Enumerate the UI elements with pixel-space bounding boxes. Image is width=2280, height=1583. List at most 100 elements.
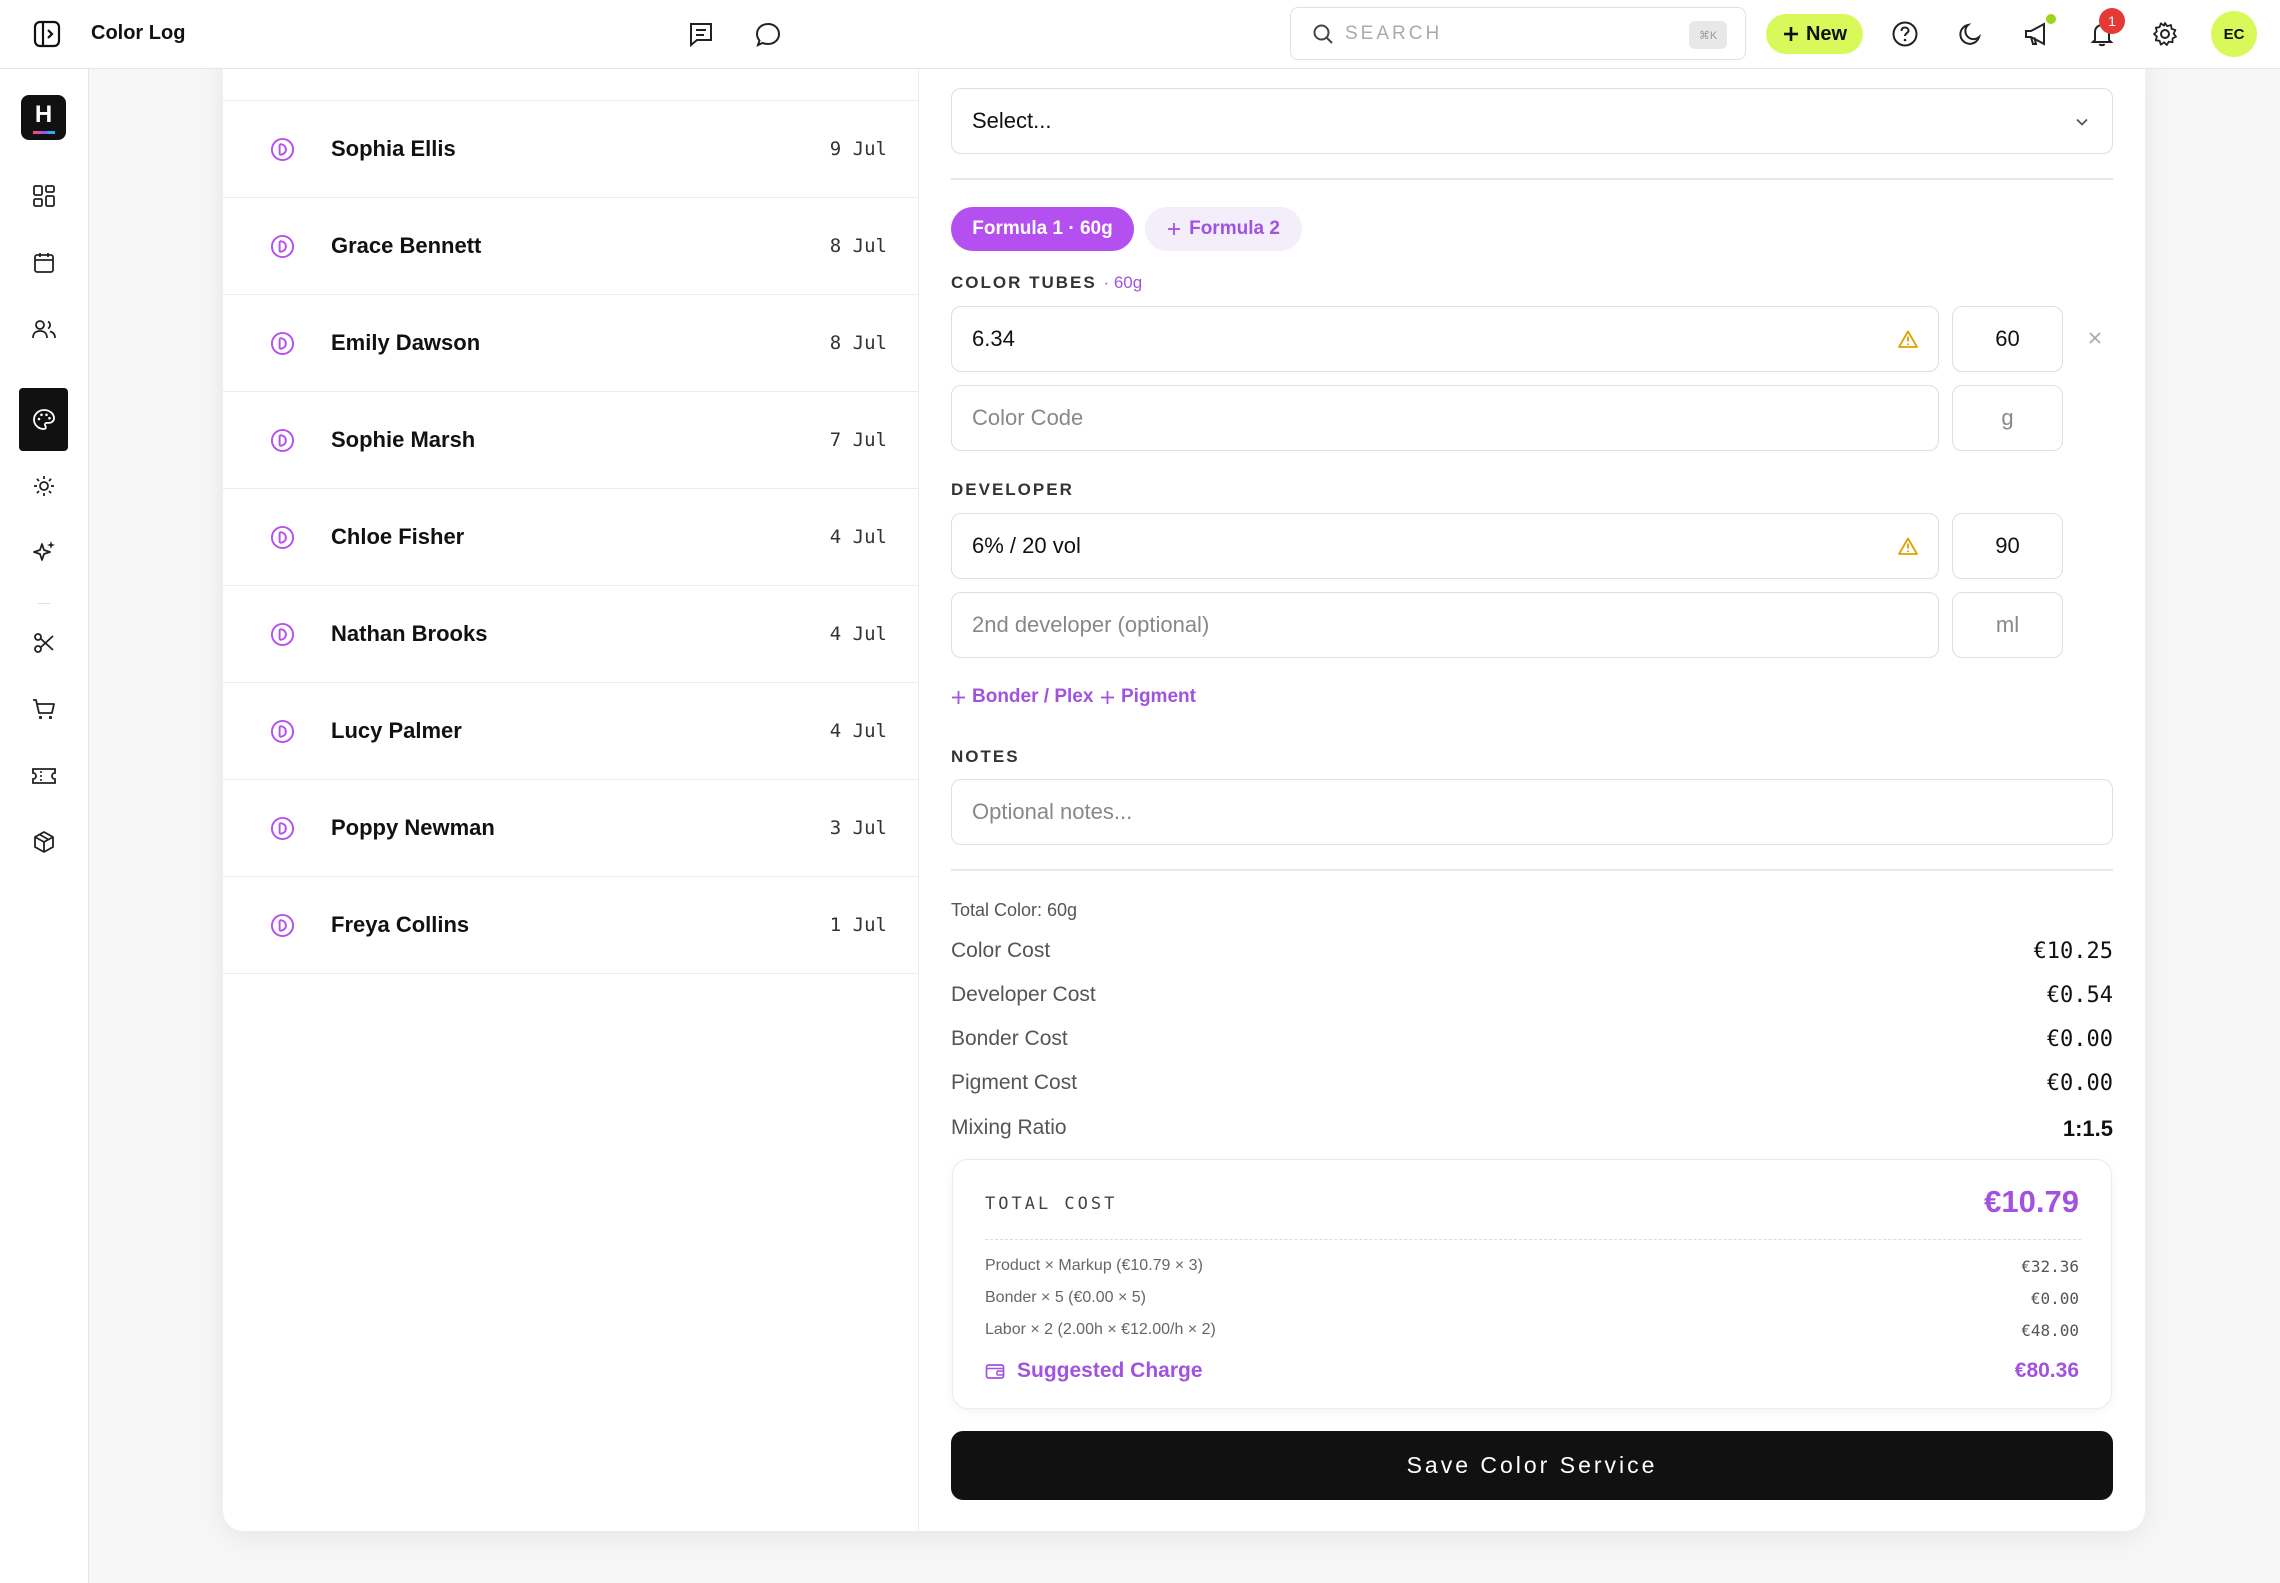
notes-input[interactable]: Optional notes...: [951, 779, 2113, 845]
breakdown-label: Product × Markup (€10.79 × 3): [985, 1257, 1203, 1274]
client-date: 4 Jul: [829, 526, 887, 548]
developer-amount[interactable]: 90: [1952, 513, 2063, 579]
list-item[interactable]: Emily Dawson 8 Jul: [223, 295, 919, 392]
client-name: Emily Dawson: [331, 330, 481, 355]
color-log-icon: [270, 331, 295, 356]
search-input[interactable]: [1345, 18, 1645, 50]
color-tubes-label: COLOR TUBES · 60g: [951, 273, 1142, 293]
client-name: Poppy Newman: [331, 815, 495, 840]
box-icon[interactable]: [24, 822, 64, 862]
color-code-input[interactable]: Color Code: [951, 385, 1939, 451]
mixing-ratio-label: Mixing Ratio: [951, 1116, 1067, 1139]
add-bonder-link[interactable]: Bonder / Plex: [951, 686, 1093, 708]
chat-bubble-icon[interactable]: [753, 19, 783, 49]
list-item[interactable]: Chloe Fisher 4 Jul: [223, 489, 919, 586]
chevron-down-icon: [2076, 118, 2088, 126]
developer-ml-input[interactable]: ml: [1952, 592, 2063, 658]
color-tubes-grams: · 60g: [1103, 273, 1143, 292]
color-log-icon: [270, 234, 295, 259]
color-log-icon: [270, 525, 295, 550]
total-cost-label: TOTAL COST: [985, 1194, 1118, 1214]
plus-icon: [1168, 223, 1181, 235]
add-bonder-label: Bonder / Plex: [972, 686, 1094, 707]
add-formula-2-label: Formula 2: [1189, 218, 1280, 239]
client-name: Freya Collins: [331, 912, 470, 937]
stylist-select[interactable]: Select...: [951, 88, 2113, 154]
warning-icon: [1898, 537, 1918, 555]
total-cost-box: TOTAL COST €10.79 Product × Markup (€10.…: [952, 1159, 2112, 1409]
color-tube-input[interactable]: 6.34: [951, 306, 1939, 372]
add-pigment-link[interactable]: Pigment: [1100, 686, 1196, 708]
list-item[interactable]: Lucy Palmer 4 Jul: [223, 683, 919, 780]
breakdown-label: Labor × 2 (2.00h × €12.00/h × 2): [985, 1321, 1216, 1338]
message-list-icon[interactable]: [686, 19, 716, 49]
list-item[interactable]: Freya Collins 1 Jul: [223, 877, 919, 974]
section-divider: [951, 869, 2113, 871]
color-log-icon: [270, 137, 295, 162]
color-tube-amount[interactable]: 60: [1952, 306, 2063, 372]
help-icon[interactable]: [1890, 19, 1920, 49]
palette-nav-active[interactable]: [19, 388, 68, 451]
moon-icon[interactable]: [1956, 19, 1986, 49]
notification-badge: 1: [2099, 8, 2125, 34]
client-date: 7 Jul: [829, 429, 887, 451]
client-date: 4 Jul: [829, 720, 887, 742]
list-item[interactable]: Poppy Newman 3 Jul: [223, 780, 919, 877]
breakdown-value: €0.00: [2030, 1289, 2079, 1308]
gear-icon[interactable]: [2150, 19, 2180, 49]
palette-icon: [32, 408, 55, 430]
add-formula-2-button[interactable]: Formula 2: [1145, 207, 1302, 251]
scissors-icon[interactable]: [24, 623, 64, 663]
save-color-service-button[interactable]: Save Color Service: [951, 1431, 2113, 1500]
brand-logo[interactable]: H: [21, 95, 66, 140]
breakdown-label: Bonder × 5 (€0.00 × 5): [985, 1289, 1146, 1306]
formula-1-tab[interactable]: Formula 1 · 60g: [951, 207, 1134, 251]
new-button[interactable]: New: [1766, 14, 1863, 54]
search-bar[interactable]: ⌘K: [1290, 7, 1746, 60]
color-log-icon: [270, 913, 295, 938]
sparkles-icon[interactable]: [24, 532, 64, 572]
suggested-charge: Suggested Charge: [985, 1359, 1203, 1383]
avatar[interactable]: EC: [2211, 11, 2257, 57]
list-item[interactable]: Grace Bennett 8 Jul: [223, 198, 919, 295]
color-log-icon: [270, 428, 295, 453]
users-icon[interactable]: [24, 309, 64, 349]
announcement-dot: [2046, 14, 2056, 24]
client-name: Lucy Palmer: [331, 718, 462, 743]
ticket-icon[interactable]: [24, 756, 64, 796]
client-date: 3 Jul: [829, 817, 887, 839]
new-button-label: New: [1805, 22, 1848, 45]
megaphone-icon[interactable]: [2022, 19, 2052, 49]
suggested-charge-value: €80.36: [2014, 1359, 2079, 1382]
plus-icon: [952, 690, 965, 704]
sidebar-toggle-icon[interactable]: [33, 20, 61, 48]
search-icon: [1313, 24, 1333, 44]
shortcut-hint: ⌘K: [1689, 21, 1727, 49]
developer-value: 6% / 20 vol: [972, 533, 1081, 558]
client-date: 8 Jul: [829, 235, 887, 257]
client-date: 9 Jul: [829, 138, 887, 160]
color-log-icon: [270, 719, 295, 744]
notes-label: NOTES: [951, 747, 1020, 766]
second-developer-input[interactable]: 2nd developer (optional): [951, 592, 1939, 658]
developer-label: DEVELOPER: [951, 480, 1074, 499]
pigment-cost-value: €0.00: [2046, 1071, 2113, 1096]
dashboard-icon[interactable]: [24, 176, 64, 216]
color-grams-input[interactable]: g: [1952, 385, 2063, 451]
sidebar-divider: [38, 603, 50, 604]
calendar-icon[interactable]: [24, 243, 64, 283]
breakdown-value: €48.00: [2021, 1321, 2079, 1340]
color-log-icon: [270, 622, 295, 647]
list-item[interactable]: Sophia Ellis 9 Jul: [223, 101, 919, 198]
list-item[interactable]: Nathan Brooks 4 Jul: [223, 586, 919, 683]
plus-icon: [1783, 27, 1798, 41]
warning-icon: [1898, 330, 1918, 348]
sun-icon[interactable]: [24, 466, 64, 506]
developer-input[interactable]: 6% / 20 vol: [951, 513, 1939, 579]
cart-icon[interactable]: [24, 689, 64, 729]
client-name: Chloe Fisher: [331, 524, 465, 549]
add-pigment-label: Pigment: [1121, 686, 1196, 707]
remove-tube-icon[interactable]: [2084, 327, 2106, 349]
breakdown-value: €32.36: [2021, 1257, 2079, 1276]
list-item[interactable]: Sophie Marsh 7 Jul: [223, 392, 919, 489]
